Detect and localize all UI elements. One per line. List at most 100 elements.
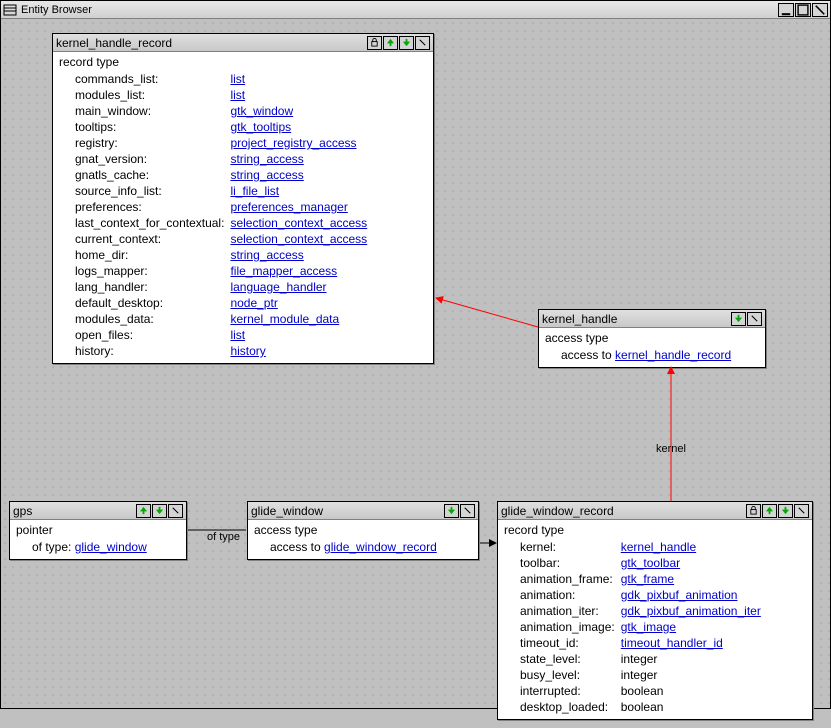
field-name: current_context: — [59, 231, 230, 247]
window-title: Entity Browser — [21, 4, 777, 16]
type-link[interactable]: gdk_pixbuf_animation_iter — [621, 604, 761, 618]
type-link[interactable]: preferences_manager — [230, 200, 347, 214]
type-link[interactable]: glide_window_record — [324, 540, 437, 554]
arrow-up-icon[interactable] — [762, 504, 777, 518]
field-row: last_context_for_contextual:selection_co… — [59, 215, 367, 231]
type-link[interactable]: glide_window — [75, 540, 147, 554]
entity-body: record type commands_list:listmodules_li… — [53, 52, 433, 363]
type-link[interactable]: language_handler — [230, 280, 326, 294]
field-row: busy_level:integer — [504, 667, 761, 683]
entity-header[interactable]: kernel_handle — [539, 310, 765, 328]
field-row: commands_list:list — [59, 71, 367, 87]
field-name: logs_mapper: — [59, 263, 230, 279]
close-icon[interactable] — [168, 504, 183, 518]
diagram-canvas[interactable]: kernel_handle_record record type command… — [1, 19, 830, 708]
field-name: animation_image: — [504, 619, 621, 635]
type-link[interactable]: selection_context_access — [230, 216, 367, 230]
field-row: history:history — [59, 343, 367, 359]
type-link[interactable]: list — [230, 328, 245, 342]
field-row: animation:gdk_pixbuf_animation — [504, 587, 761, 603]
close-icon[interactable] — [794, 504, 809, 518]
close-icon[interactable] — [415, 36, 430, 50]
field-name: animation_frame: — [504, 571, 621, 587]
type-link[interactable]: gtk_image — [621, 620, 676, 634]
type-text: integer — [621, 668, 658, 682]
field-row: modules_list:list — [59, 87, 367, 103]
close-icon[interactable] — [747, 312, 762, 326]
type-link[interactable]: file_mapper_access — [230, 264, 337, 278]
arrow-up-icon[interactable] — [136, 504, 151, 518]
field-name: state_level: — [504, 651, 621, 667]
type-link[interactable]: timeout_handler_id — [621, 636, 723, 650]
type-link[interactable]: gtk_toolbar — [621, 556, 680, 570]
field-row: gnat_version:string_access — [59, 151, 367, 167]
entity-glide-window[interactable]: glide_window access type access to glide… — [247, 501, 479, 560]
type-link[interactable]: gdk_pixbuf_animation — [621, 588, 738, 602]
field-row: kernel:kernel_handle — [504, 539, 761, 555]
minimize-button[interactable] — [778, 3, 794, 17]
type-text: boolean — [621, 700, 664, 714]
type-link[interactable]: kernel_handle_record — [615, 348, 731, 362]
type-link[interactable]: project_registry_access — [230, 136, 356, 150]
type-link[interactable]: gtk_window — [230, 104, 293, 118]
field-name: interrupted: — [504, 683, 621, 699]
close-button[interactable] — [812, 3, 828, 17]
field-row: registry:project_registry_access — [59, 135, 367, 151]
maximize-button[interactable] — [795, 3, 811, 17]
type-link[interactable]: kernel_module_data — [230, 312, 339, 326]
type-line: access type — [254, 522, 472, 538]
field-name: gnatls_cache: — [59, 167, 230, 183]
arrow-down-icon[interactable] — [152, 504, 167, 518]
type-link[interactable]: string_access — [230, 248, 303, 262]
arrow-up-icon[interactable] — [383, 36, 398, 50]
entity-header[interactable]: glide_window_record — [498, 502, 812, 520]
type-link[interactable]: selection_context_access — [230, 232, 367, 246]
lock-icon[interactable] — [367, 36, 382, 50]
type-link[interactable]: string_access — [230, 168, 303, 182]
type-link[interactable]: li_file_list — [230, 184, 279, 198]
type-link[interactable]: node_ptr — [230, 296, 277, 310]
entity-header[interactable]: gps — [10, 502, 186, 520]
lock-icon[interactable] — [746, 504, 761, 518]
field-row: timeout_id:timeout_handler_id — [504, 635, 761, 651]
arrow-down-icon[interactable] — [731, 312, 746, 326]
field-name: animation: — [504, 587, 621, 603]
entity-kernel-handle[interactable]: kernel_handle access type access to kern… — [538, 309, 766, 368]
close-icon[interactable] — [460, 504, 475, 518]
field-name: desktop_loaded: — [504, 699, 621, 715]
type-link[interactable]: gtk_frame — [621, 572, 674, 586]
app-icon — [3, 3, 17, 17]
field-name: default_desktop: — [59, 295, 230, 311]
field-name: modules_list: — [59, 87, 230, 103]
type-link[interactable]: string_access — [230, 152, 303, 166]
type-text: integer — [621, 652, 658, 666]
field-name: lang_handler: — [59, 279, 230, 295]
type-line: pointer — [16, 522, 180, 538]
entity-kernel-handle-record[interactable]: kernel_handle_record record type command… — [52, 33, 434, 364]
entity-title: glide_window — [251, 504, 444, 518]
field-name: main_window: — [59, 103, 230, 119]
entity-header[interactable]: glide_window — [248, 502, 478, 520]
type-link[interactable]: gtk_tooltips — [230, 120, 291, 134]
edge-label-of-type: of type — [207, 531, 240, 543]
field-row: modules_data:kernel_module_data — [59, 311, 367, 327]
field-row: open_files:list — [59, 327, 367, 343]
arrow-down-icon[interactable] — [399, 36, 414, 50]
arrow-down-icon[interactable] — [444, 504, 459, 518]
field-row: animation_image:gtk_image — [504, 619, 761, 635]
arrow-down-icon[interactable] — [778, 504, 793, 518]
type-link[interactable]: list — [230, 88, 245, 102]
entity-gps[interactable]: gps pointer of type: glide_window — [9, 501, 187, 560]
access-prefix: access to — [561, 348, 615, 362]
field-name: registry: — [59, 135, 230, 151]
entity-header[interactable]: kernel_handle_record — [53, 34, 433, 52]
field-row: source_info_list:li_file_list — [59, 183, 367, 199]
field-row: gnatls_cache:string_access — [59, 167, 367, 183]
entity-glide-window-record[interactable]: glide_window_record record type kernel:k… — [497, 501, 813, 720]
field-name: preferences: — [59, 199, 230, 215]
type-line: access type — [545, 330, 759, 346]
type-link[interactable]: list — [230, 72, 245, 86]
app-window: Entity Browser kernel_handle_record reco… — [0, 0, 831, 709]
type-link[interactable]: history — [230, 344, 265, 358]
type-link[interactable]: kernel_handle — [621, 540, 696, 554]
